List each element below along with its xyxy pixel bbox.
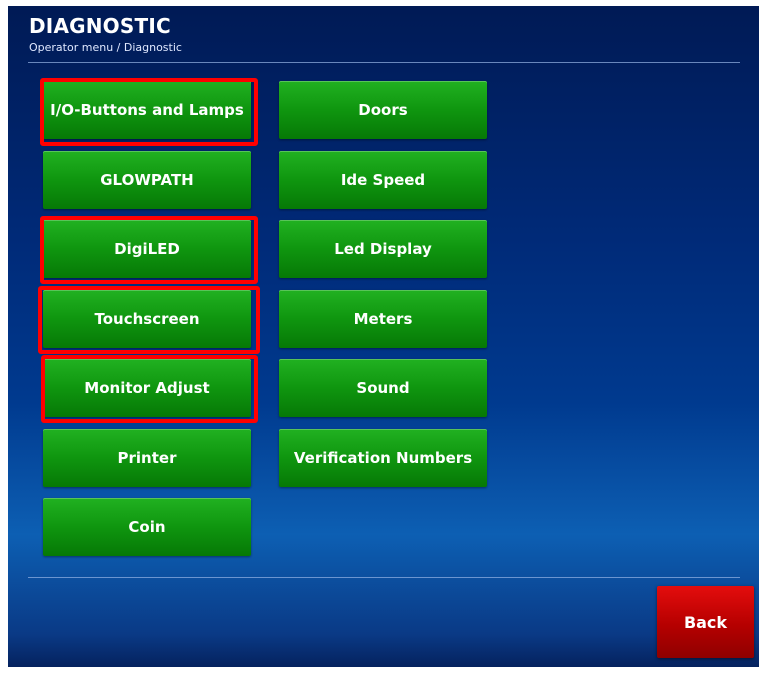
- sound-button[interactable]: Sound: [279, 359, 487, 417]
- page-title: DIAGNOSTIC: [29, 14, 171, 38]
- header-divider: [28, 62, 740, 63]
- diagnostic-screen: DIAGNOSTIC Operator menu / Diagnostic I/…: [8, 6, 759, 667]
- back-button[interactable]: Back: [657, 586, 754, 658]
- io-buttons-lamps-button[interactable]: I/O-Buttons and Lamps: [43, 81, 251, 139]
- glowpath-button[interactable]: GLOWPATH: [43, 151, 251, 209]
- doors-button[interactable]: Doors: [279, 81, 487, 139]
- ide-speed-button[interactable]: Ide Speed: [279, 151, 487, 209]
- meters-button[interactable]: Meters: [279, 290, 487, 348]
- footer-divider: [28, 577, 740, 578]
- breadcrumb: Operator menu / Diagnostic: [29, 41, 182, 54]
- monitor-adjust-button[interactable]: Monitor Adjust: [43, 359, 251, 417]
- led-display-button[interactable]: Led Display: [279, 220, 487, 278]
- printer-button[interactable]: Printer: [43, 429, 251, 487]
- coin-button[interactable]: Coin: [43, 498, 251, 556]
- touchscreen-button[interactable]: Touchscreen: [43, 290, 251, 348]
- digiled-button[interactable]: DigiLED: [43, 220, 251, 278]
- verification-numbers-button[interactable]: Verification Numbers: [279, 429, 487, 487]
